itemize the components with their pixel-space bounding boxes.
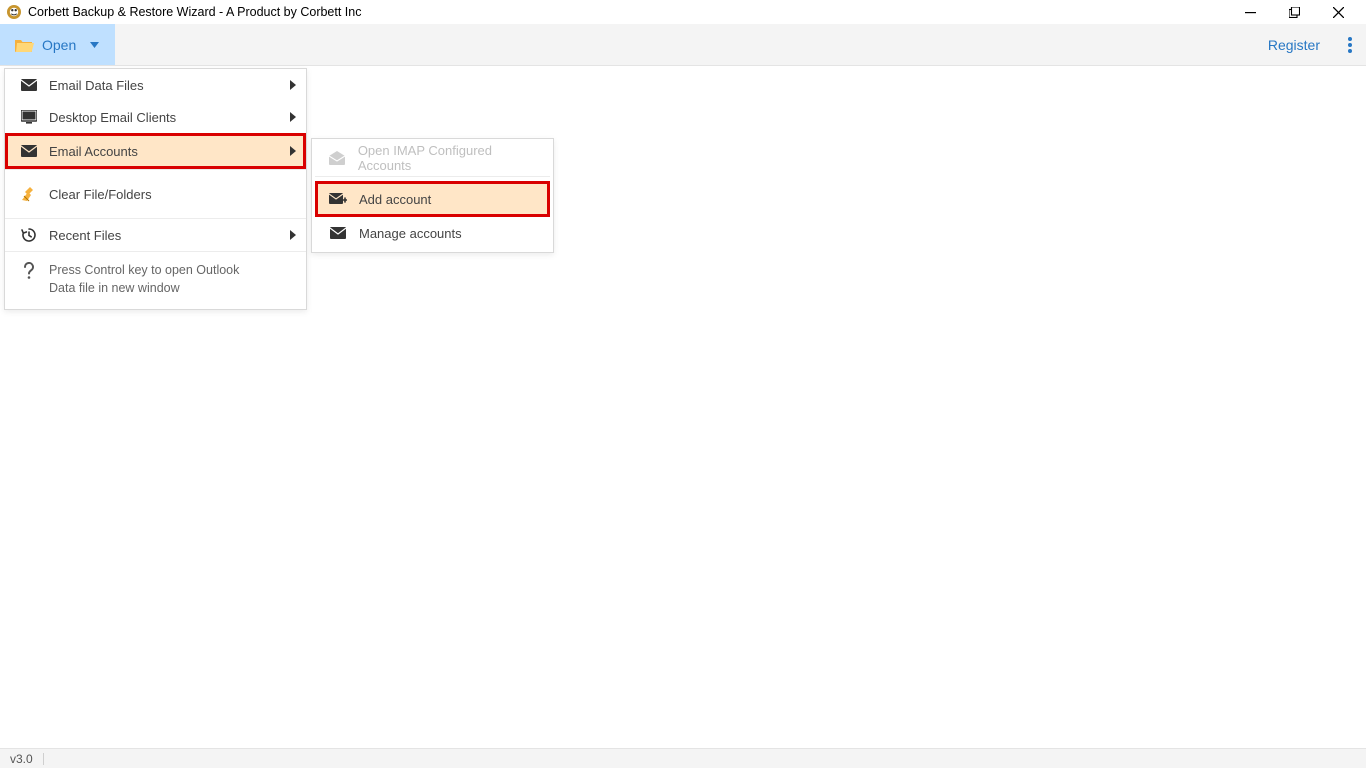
minimize-button[interactable] <box>1228 0 1272 24</box>
menu-item-label: Email Accounts <box>49 144 292 159</box>
menu-item-clear-files[interactable]: Clear File/Folders <box>5 170 306 218</box>
chevron-down-icon <box>90 42 99 48</box>
menu-item-recent-files[interactable]: Recent Files <box>5 219 306 251</box>
chevron-right-icon <box>290 230 296 240</box>
open-button[interactable]: Open <box>0 24 115 65</box>
submenu-divider <box>315 176 550 177</box>
folder-open-icon <box>14 37 34 53</box>
open-menu: Email Data Files Desktop Email Clients E… <box>4 68 307 310</box>
menu-item-label: Recent Files <box>49 228 292 243</box>
menu-item-label: Desktop Email Clients <box>49 110 292 125</box>
titlebar: Corbett Backup & Restore Wizard - A Prod… <box>0 0 1366 24</box>
monitor-icon <box>19 110 39 124</box>
app-icon <box>6 4 22 20</box>
submenu-item-label: Add account <box>359 192 431 207</box>
envelope-open-icon <box>327 151 348 165</box>
toolbar: Open Register <box>0 24 1366 66</box>
submenu-item-add-account[interactable]: Add account <box>315 181 550 217</box>
chevron-right-icon <box>290 80 296 90</box>
chevron-right-icon <box>290 112 296 122</box>
submenu-item-label: Open IMAP Configured Accounts <box>358 143 538 173</box>
broom-icon <box>19 186 39 202</box>
statusbar: v3.0 <box>0 748 1366 768</box>
history-icon <box>19 227 39 243</box>
submenu-item-label: Manage accounts <box>359 226 462 241</box>
question-icon <box>19 262 39 280</box>
envelope-icon <box>327 227 349 239</box>
version-label: v3.0 <box>10 752 33 766</box>
register-link[interactable]: Register <box>1254 24 1334 65</box>
envelope-plus-icon <box>327 192 349 206</box>
chevron-right-icon <box>290 146 296 156</box>
submenu-item-manage-accounts[interactable]: Manage accounts <box>315 217 550 249</box>
open-label: Open <box>42 37 76 53</box>
envelope-icon <box>19 145 39 157</box>
menu-item-desktop-clients[interactable]: Desktop Email Clients <box>5 101 306 133</box>
statusbar-separator <box>43 753 44 765</box>
email-accounts-submenu: Open IMAP Configured Accounts Add accoun… <box>311 138 554 253</box>
menu-item-email-data-files[interactable]: Email Data Files <box>5 69 306 101</box>
register-label: Register <box>1268 37 1320 53</box>
menu-item-label: Clear File/Folders <box>49 187 292 202</box>
more-options-button[interactable] <box>1334 24 1366 65</box>
menu-item-label: Email Data Files <box>49 78 292 93</box>
kebab-icon <box>1348 37 1352 53</box>
submenu-item-open-imap: Open IMAP Configured Accounts <box>315 142 550 174</box>
close-button[interactable] <box>1316 0 1360 24</box>
menu-help-text: Press Control key to open Outlook Data f… <box>5 252 306 309</box>
menu-help-label: Press Control key to open Outlook Data f… <box>49 262 269 297</box>
envelope-icon <box>19 79 39 91</box>
menu-item-email-accounts[interactable]: Email Accounts <box>5 133 306 169</box>
window-title: Corbett Backup & Restore Wizard - A Prod… <box>28 5 361 19</box>
maximize-button[interactable] <box>1272 0 1316 24</box>
